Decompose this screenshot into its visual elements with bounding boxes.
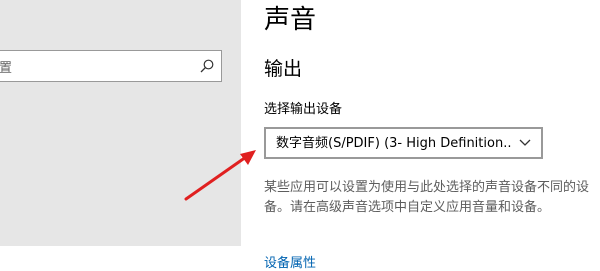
search-icon[interactable] bbox=[200, 59, 214, 73]
sound-settings-content: 声音 输出 选择输出设备 数字音频(S/PDIF) (3- High Defin… bbox=[264, 0, 600, 271]
search-input[interactable] bbox=[0, 51, 189, 81]
output-device-dropdown[interactable]: 数字音频(S/PDIF) (3- High Definition... bbox=[264, 127, 543, 159]
page-title: 声音 bbox=[264, 5, 317, 35]
settings-nav-pane bbox=[0, 0, 241, 246]
output-help-text: 某些应用可以设置为使用与此处选择的声音设备不同的设备。请在高级声音选项中自定义应… bbox=[264, 180, 590, 215]
output-device-label: 选择输出设备 bbox=[264, 102, 343, 117]
chevron-down-icon bbox=[519, 139, 531, 146]
selected-device-value: 数字音频(S/PDIF) (3- High Definition... bbox=[276, 136, 511, 151]
output-section-title: 输出 bbox=[264, 58, 303, 80]
settings-search-box[interactable] bbox=[0, 50, 222, 82]
device-properties-link[interactable]: 设备属性 bbox=[264, 252, 316, 271]
